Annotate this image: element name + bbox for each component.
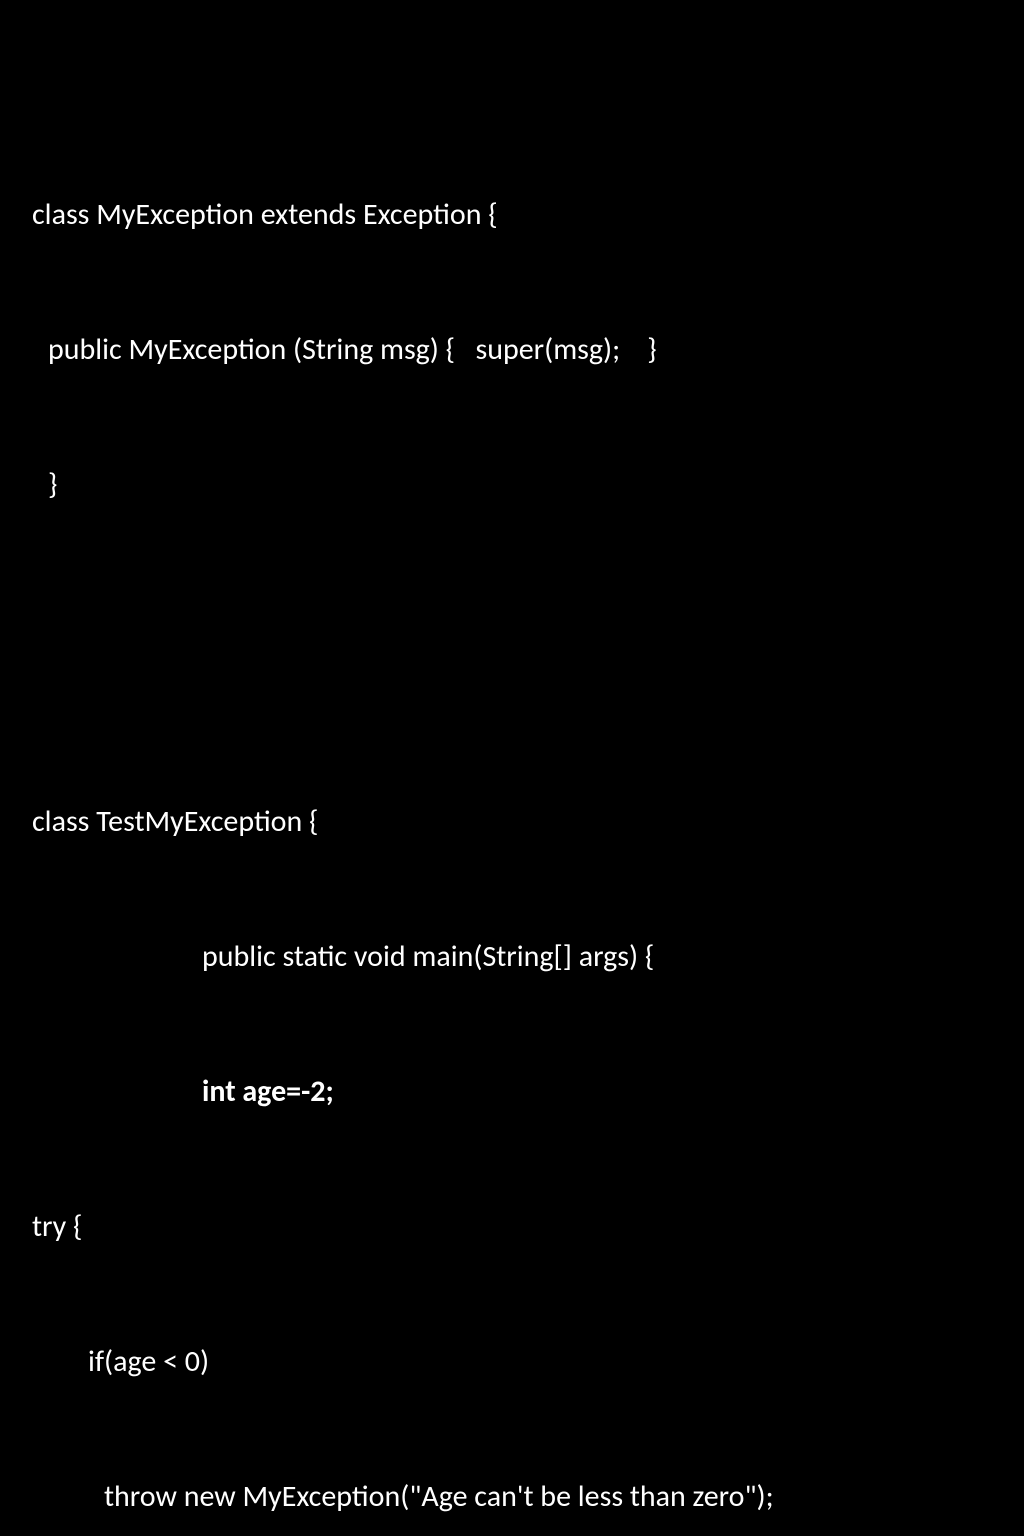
code-line: throw new MyException("Age can't be less… [0, 1474, 1024, 1519]
code-block-2: class TestMyException { public static vo… [0, 709, 1024, 1536]
code-line: class MyException extends Exception { [0, 192, 1024, 237]
code-slide: class MyException extends Exception { pu… [0, 12, 1024, 1536]
code-line: int age=-2; [0, 1069, 1024, 1114]
code-line: public MyException (String msg) { super(… [0, 327, 1024, 372]
code-line: } [0, 462, 1024, 507]
code-block-1: class MyException extends Exception { pu… [0, 102, 1024, 597]
code-line: public static void main(String[] args) { [0, 934, 1024, 979]
code-line: try { [0, 1204, 1024, 1249]
code-line: class TestMyException { [0, 799, 1024, 844]
code-line: if(age < 0) [0, 1339, 1024, 1384]
